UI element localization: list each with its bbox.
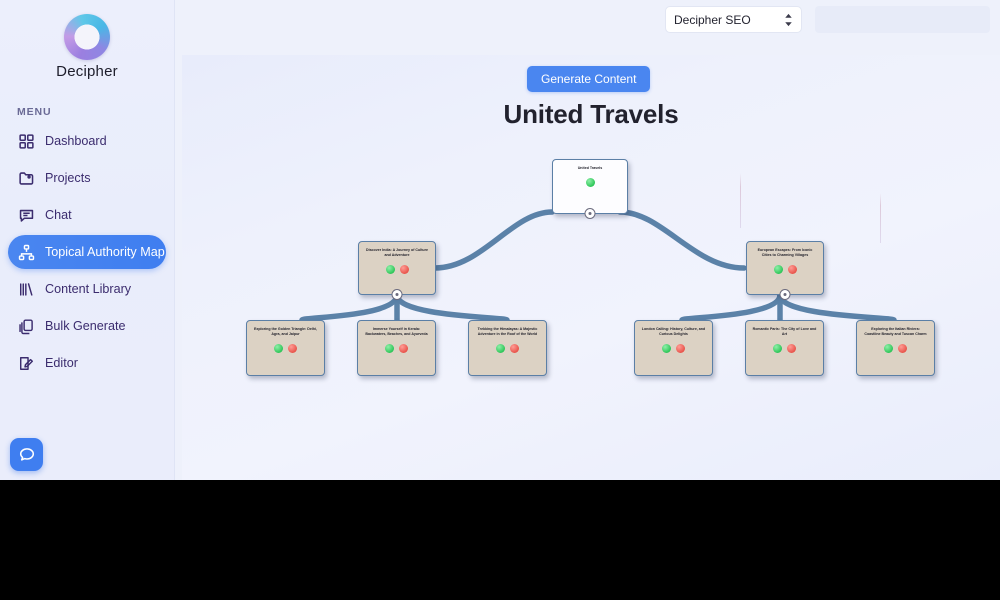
map-node-status-dots [274,343,297,353]
decipher-ring-logo-icon [64,14,110,60]
status-dot-red [399,264,409,274]
library-bars-icon [18,281,35,298]
chat-bubble-icon [18,446,36,464]
topical-authority-map-canvas[interactable]: Generate Content United Travels United T… [182,55,1000,480]
map-node-status-dots [773,264,797,274]
sidebar-nav: Dashboard Projects Chat Topical Authorit… [0,124,174,380]
folder-icon [18,170,35,187]
sidebar-item-label: Topical Authority Map [45,245,165,259]
node-collapse-handle[interactable] [779,289,791,300]
sidebar-item-label: Projects [45,171,91,185]
map-node-branch[interactable]: European Escapes: From Iconic Cities to … [746,241,824,300]
app-window: Decipher MENU Dashboard Projects Chat To… [0,0,1000,480]
sidebar-item-dashboard[interactable]: Dashboard [8,124,166,158]
status-dot-red [787,264,797,274]
map-node-title: Romantic Paris: The City of Love and Art [752,327,817,336]
map-node-branch[interactable]: Discover India: A Journey of Culture and… [358,241,436,300]
map-node-leaf[interactable]: Exploring the Italian Riviera: Coastline… [856,320,935,376]
chat-support-button[interactable] [10,438,43,471]
status-dot-green [884,343,893,353]
status-dot-green [585,177,595,187]
status-dot-red [676,343,685,353]
sidebar-item-editor[interactable]: Editor [8,346,166,380]
stepper-updown-icon [784,13,793,27]
sitemap-icon [18,244,35,261]
grid-icon [18,133,35,150]
status-dot-green [496,343,505,353]
top-header: Decipher SEO [175,0,1000,55]
sidebar-item-projects[interactable]: Projects [8,161,166,195]
status-dot-green [773,264,783,274]
map-edges [299,209,897,325]
map-node-leaf[interactable]: Romantic Paris: The City of Love and Art [745,320,824,376]
map-node-status-dots [585,177,595,187]
map-node-leaf[interactable]: London Calling: History, Culture, and Cu… [634,320,713,376]
status-dot-red [510,343,519,353]
status-dot-green [385,264,395,274]
status-dot-green [773,343,782,353]
sidebar-section-label: MENU [17,106,52,118]
map-node-title: Discover India: A Journey of Culture and… [365,248,429,257]
sidebar-item-bulk-generate[interactable]: Bulk Generate [8,309,166,343]
node-collapse-handle[interactable] [584,208,596,219]
status-dot-green [385,343,394,353]
map-node-leaf[interactable]: Trekking the Himalayas: A Majestic Adven… [468,320,547,376]
sidebar-item-label: Dashboard [45,134,107,148]
sidebar-item-chat[interactable]: Chat [8,198,166,232]
map-node-leaf[interactable]: Exploring the Golden Triangle: Delhi, Ag… [246,320,325,376]
map-node-status-dots [496,343,519,353]
map-node-root[interactable]: United Travels [552,159,628,219]
map-node-title: Trekking the Himalayas: A Majestic Adven… [477,327,538,336]
sidebar-item-label: Editor [45,356,78,370]
status-dot-green [274,343,283,353]
map-node-title: Immerse Yourself in Kerala: Backwaters, … [365,327,428,336]
map-node-title: European Escapes: From Iconic Cities to … [757,248,813,257]
map-node-title: Exploring the Golden Triangle: Delhi, Ag… [253,327,318,336]
status-dot-red [288,343,297,353]
brand-name: Decipher [56,63,118,80]
canvas-artifact-line [880,193,881,243]
sidebar-item-label: Chat [45,208,72,222]
map-node-status-dots [884,343,907,353]
sidebar-item-label: Content Library [45,282,132,296]
node-collapse-handle[interactable] [391,289,403,300]
sidebar-item-label: Bulk Generate [45,319,126,333]
map-node-title: United Travels [577,166,603,170]
map-node-status-dots [773,343,796,353]
status-dot-green [662,343,671,353]
status-dot-red [399,343,408,353]
brand-logo[interactable]: Decipher [0,0,174,80]
project-select-value: Decipher SEO [674,12,751,27]
map-node-status-dots [385,343,408,353]
map-node-status-dots [385,264,409,274]
map-node-status-dots [662,343,685,353]
sidebar: Decipher MENU Dashboard Projects Chat To… [0,0,175,480]
sidebar-item-content-library[interactable]: Content Library [8,272,166,306]
search-input[interactable] [815,6,990,33]
map-node-title: Exploring the Italian Riviera: Coastline… [864,327,927,336]
map-node-title: London Calling: History, Culture, and Cu… [641,327,706,336]
pencil-document-icon [18,355,35,372]
canvas-artifact-line [740,173,741,228]
copy-stack-icon [18,318,35,335]
status-dot-red [787,343,796,353]
project-select[interactable]: Decipher SEO [665,6,802,33]
status-dot-red [898,343,907,353]
chat-bubble-icon [18,207,35,224]
sidebar-item-topical-authority-map[interactable]: Topical Authority Map [8,235,166,269]
map-node-leaf[interactable]: Immerse Yourself in Kerala: Backwaters, … [357,320,436,376]
